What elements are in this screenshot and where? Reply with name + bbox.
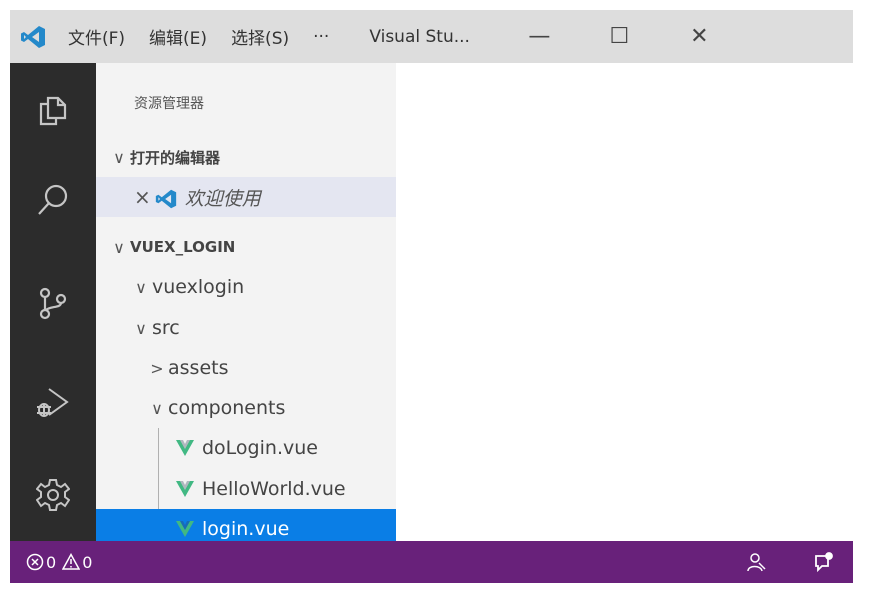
tree-item-label: HelloWorld.vue <box>202 478 346 500</box>
minimize-button[interactable]: — <box>499 10 579 63</box>
warning-icon <box>62 553 81 570</box>
status-bar: 0 0 <box>10 541 853 583</box>
problems-indicator[interactable]: 0 0 <box>26 553 92 572</box>
title-bar: 文件(F) 编辑(E) 选择(S) ··· Visual Stu... — ☐ … <box>10 10 853 63</box>
vscode-window: 文件(F) 编辑(E) 选择(S) ··· Visual Stu... — ☐ … <box>10 10 853 583</box>
vue-file-icon <box>176 480 196 498</box>
tree-item-login-vue[interactable]: login.vue <box>96 509 396 541</box>
chevron-down-icon: ∨ <box>135 277 147 297</box>
explorer-icon[interactable] <box>10 81 96 141</box>
chevron-down-icon: ∨ <box>135 318 147 338</box>
tree-item-label: vuexlogin <box>152 276 245 298</box>
vscode-logo-icon <box>10 10 56 63</box>
debug-icon[interactable] <box>10 373 96 433</box>
error-icon <box>26 553 44 571</box>
project-label: VUEX_LOGIN <box>130 238 236 256</box>
feedback-icon[interactable] <box>736 541 776 583</box>
chevron-down-icon: ∨ <box>113 237 125 257</box>
close-button[interactable]: ✕ <box>659 10 739 63</box>
warning-count: 0 <box>82 552 93 572</box>
editor-area[interactable] <box>396 63 853 541</box>
tree-item-helloworld-vue[interactable]: HelloWorld.vue <box>96 469 396 509</box>
vscode-logo-icon <box>155 188 179 209</box>
open-editors-label: 打开的编辑器 <box>130 148 221 167</box>
open-editor-label: 欢迎使用 <box>184 187 261 210</box>
menu-selection[interactable]: 选择(S) <box>219 10 301 63</box>
tree-item-dologin-vue[interactable]: doLogin.vue <box>96 428 396 468</box>
settings-gear-icon[interactable] <box>10 465 96 525</box>
chevron-right-icon: > <box>150 358 164 378</box>
tree-item-vuexlogin[interactable]: ∨ vuexlogin <box>96 267 396 307</box>
chevron-down-icon: ∨ <box>151 398 163 418</box>
notifications-bell-icon[interactable] <box>803 541 843 583</box>
close-editor-icon[interactable]: × <box>134 185 151 209</box>
vue-file-icon <box>176 520 196 538</box>
tree-item-components[interactable]: ∨ components <box>96 388 396 428</box>
open-editors-section-header[interactable]: ∨ 打开的编辑器 <box>96 137 396 177</box>
menu-file[interactable]: 文件(F) <box>56 10 137 63</box>
error-count: 0 <box>46 552 57 572</box>
menu-more[interactable]: ··· <box>301 10 341 63</box>
tree-item-assets[interactable]: > assets <box>96 348 396 388</box>
tree-item-label: doLogin.vue <box>202 437 318 459</box>
tree-item-src[interactable]: ∨ src <box>96 308 396 348</box>
tree-item-label: components <box>168 397 286 419</box>
activity-bar <box>10 63 96 541</box>
search-icon[interactable] <box>10 170 96 230</box>
chevron-down-icon: ∨ <box>113 147 125 167</box>
tree-item-label: src <box>152 317 180 339</box>
menu-edit[interactable]: 编辑(E) <box>137 10 219 63</box>
tree-item-label: assets <box>168 357 229 379</box>
explorer-sidebar: 资源管理器 ∨ 打开的编辑器 × 欢迎使用 ∨ VUEX_LOGIN ∨ vue… <box>96 63 396 541</box>
window-title: Visual Stu... <box>369 26 470 47</box>
source-control-icon[interactable] <box>10 273 96 333</box>
tree-item-label: login.vue <box>202 518 290 540</box>
open-editor-item[interactable]: × 欢迎使用 <box>96 177 396 217</box>
project-section-header[interactable]: ∨ VUEX_LOGIN <box>96 227 396 267</box>
sidebar-title: 资源管理器 <box>134 96 204 112</box>
vue-file-icon <box>176 439 196 457</box>
maximize-button[interactable]: ☐ <box>579 10 659 63</box>
